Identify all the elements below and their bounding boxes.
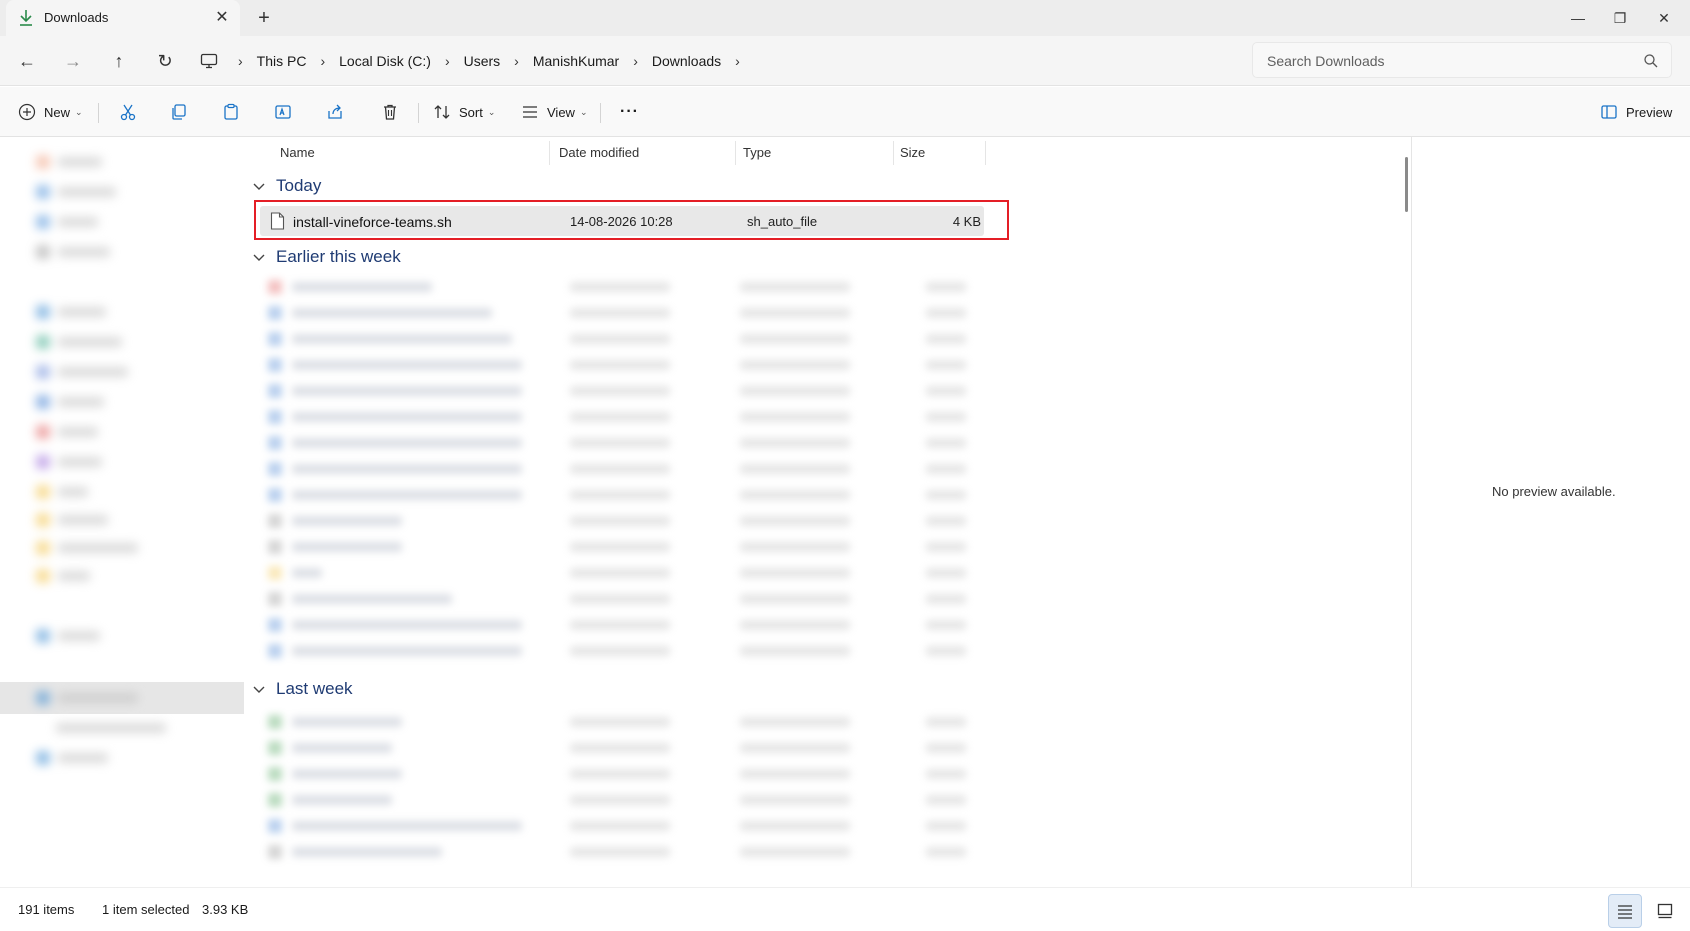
forward-button[interactable]: → (60, 48, 86, 74)
tab-downloads[interactable]: Downloads ✕ (6, 0, 240, 36)
more-options-button[interactable]: ··· (620, 99, 639, 125)
rename-icon (275, 105, 291, 119)
download-icon (20, 10, 32, 26)
divider (418, 103, 419, 123)
breadcrumb-separator: › (444, 53, 450, 69)
breadcrumb-separator: › (514, 53, 519, 69)
sort-button[interactable]: Sort ⌄ (433, 99, 495, 125)
refresh-button[interactable]: ↻ (152, 48, 178, 74)
details-view-icon (1618, 905, 1632, 919)
scissors-icon (120, 104, 136, 121)
search-icon (1644, 54, 1658, 68)
divider (600, 103, 601, 123)
group-header-last-week[interactable]: Last week (252, 676, 353, 702)
chevron-down-icon: ⌄ (75, 106, 83, 117)
details-view-button[interactable] (1608, 894, 1642, 928)
new-label: New (44, 104, 71, 120)
group-header-earlier-this-week[interactable]: Earlier this week (252, 244, 401, 270)
breadcrumb[interactable]: › This PC › Local Disk (C:) › Users › Ma… (200, 46, 750, 76)
chevron-down-icon: ⌄ (579, 106, 588, 117)
clipboard-icon (224, 103, 238, 120)
rename-button[interactable] (274, 99, 292, 125)
tiles-view-button[interactable] (1648, 894, 1682, 928)
breadcrumb-separator: › (238, 53, 243, 69)
selection-count: 1 item selected (102, 902, 190, 917)
paste-button[interactable] (222, 99, 240, 125)
preview-pane-icon (1601, 105, 1617, 119)
search-placeholder: Search Downloads (1267, 53, 1385, 69)
share-button[interactable] (326, 99, 344, 125)
column-header-size[interactable]: Size (900, 137, 925, 169)
close-window-button[interactable]: ✕ (1646, 6, 1682, 30)
breadcrumb-user[interactable]: ManishKumar (529, 53, 623, 69)
minimize-button[interactable]: — (1560, 6, 1596, 30)
view-button[interactable]: View ⌄ (521, 99, 588, 125)
view-label: View (547, 104, 575, 120)
highlight-annotation-box (254, 200, 1009, 240)
breadcrumb-separator[interactable]: › (725, 53, 750, 69)
group-header-today[interactable]: Today (252, 173, 321, 199)
more-icon: ··· (620, 103, 639, 120)
cut-button[interactable] (119, 99, 137, 125)
column-header-name[interactable]: Name (280, 137, 315, 169)
up-button[interactable]: ↑ (106, 48, 132, 74)
sort-label: Sort (459, 104, 483, 120)
preview-pane-divider[interactable] (1411, 137, 1412, 887)
divider (98, 103, 99, 123)
preview-label: Preview (1626, 104, 1673, 120)
maximize-button[interactable]: ❐ (1602, 6, 1638, 30)
title-bar: Downloads ✕ + — ❐ ✕ (0, 0, 1690, 36)
breadcrumb-users[interactable]: Users (460, 53, 505, 69)
tiles-view-icon (1657, 903, 1673, 919)
group-title: Earlier this week (276, 247, 401, 266)
chevron-down-icon (253, 254, 265, 261)
new-button[interactable]: New ⌄ (18, 99, 83, 125)
trash-icon (384, 104, 396, 120)
address-row: ← → ↑ ↻ › This PC › Local Disk (C:) › Us… (0, 36, 1690, 86)
share-icon (328, 104, 342, 119)
group-title: Last week (276, 679, 353, 698)
group-title: Today (276, 176, 322, 195)
breadcrumb-downloads[interactable]: Downloads (648, 53, 725, 69)
vertical-scrollbar[interactable] (1405, 157, 1408, 212)
column-divider[interactable] (893, 141, 894, 165)
breadcrumb-local-disk[interactable]: Local Disk (C:) (335, 53, 435, 69)
view-list-icon (523, 106, 537, 118)
copy-button[interactable] (170, 99, 188, 125)
column-divider[interactable] (549, 141, 550, 165)
column-header-date[interactable]: Date modified (559, 137, 639, 169)
item-count: 191 items (18, 902, 75, 917)
column-header-type[interactable]: Type (743, 137, 771, 169)
search-input[interactable]: Search Downloads (1252, 42, 1672, 78)
computer-icon (200, 53, 218, 69)
preview-pane-button[interactable]: Preview (1600, 99, 1672, 125)
breadcrumb-separator: › (633, 53, 638, 69)
copy-icon (172, 104, 186, 120)
plus-circle-icon (18, 103, 36, 121)
chevron-down-icon: ⌄ (487, 106, 496, 117)
delete-button[interactable] (381, 99, 399, 125)
selection-size: 3.93 KB (202, 902, 249, 917)
preview-message: No preview available. (1492, 484, 1616, 499)
breadcrumb-this-pc[interactable]: This PC (253, 53, 311, 69)
column-divider[interactable] (985, 141, 986, 165)
command-bar: New ⌄ Sort ⌄ View ⌄ ··· Preview (0, 87, 1690, 137)
back-button[interactable]: ← (14, 48, 40, 74)
tab-close-button[interactable]: ✕ (212, 8, 232, 28)
sort-icon (434, 105, 450, 119)
navigation-pane[interactable] (0, 137, 244, 887)
status-bar: 191 items 1 item selected 3.93 KB (0, 887, 1690, 931)
new-tab-button[interactable]: + (252, 6, 276, 30)
column-divider[interactable] (735, 141, 736, 165)
chevron-down-icon (253, 686, 265, 693)
chevron-down-icon (253, 183, 265, 190)
tab-title: Downloads (44, 10, 109, 25)
breadcrumb-separator: › (320, 53, 326, 69)
